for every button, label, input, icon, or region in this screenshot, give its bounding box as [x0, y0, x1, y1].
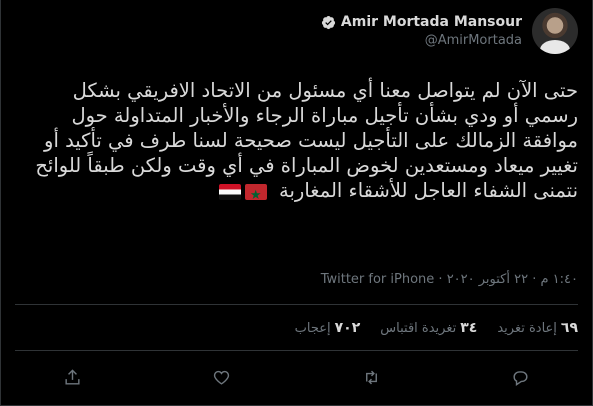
retweets-stat[interactable]: ٦٩ إعادة تغريد: [497, 320, 578, 336]
morocco-flag-icon: [244, 183, 267, 208]
flags-group: [218, 183, 267, 208]
share-button[interactable]: [61, 366, 83, 388]
author-info: Amir Mortada Mansour @AmirMortada: [321, 14, 522, 48]
divider: [15, 350, 578, 351]
likes-stat[interactable]: ٧٠٢ إعجاب: [295, 320, 361, 336]
reply-button[interactable]: [510, 366, 532, 388]
share-icon: [64, 368, 80, 385]
quotes-label: تغريدة اقتباس: [380, 321, 457, 336]
tweet-header: Amir Mortada Mansour @AmirMortada: [321, 8, 578, 54]
reply-icon: [513, 370, 529, 386]
egypt-flag-icon: [218, 183, 241, 200]
quotes-stat[interactable]: ٣٤ تغريدة اقتباس: [380, 320, 477, 336]
tweet-body: حتى الآن لم يتواصل معنا أي مسئول من الات…: [15, 78, 578, 208]
quotes-count: ٣٤: [460, 320, 478, 336]
verified-badge-icon: [321, 15, 336, 30]
retweet-icon: [365, 370, 377, 384]
retweets-label: إعادة تغريد: [497, 321, 557, 336]
tweet-actions: [61, 366, 532, 388]
author-handle[interactable]: @AmirMortada: [321, 33, 522, 48]
retweet-button[interactable]: [360, 366, 382, 388]
avatar[interactable]: [532, 8, 578, 54]
tweet-text: حتى الآن لم يتواصل معنا أي مسئول من الات…: [35, 79, 578, 202]
like-icon: [214, 370, 230, 385]
divider: [15, 304, 578, 305]
tweet-timestamp-source[interactable]: ١:٤٠ م · ٢٢ أكتوبر ٢٠٢٠ · Twitter for iP…: [321, 272, 578, 287]
retweets-count: ٦٩: [560, 320, 578, 336]
like-button[interactable]: [211, 366, 233, 388]
tweet-stats: ٦٩ إعادة تغريد ٣٤ تغريدة اقتباس ٧٠٢ إعجا…: [295, 320, 578, 336]
author-name[interactable]: Amir Mortada Mansour: [341, 14, 522, 30]
author-name-row: Amir Mortada Mansour: [321, 14, 522, 30]
likes-label: إعجاب: [294, 321, 331, 336]
tweet-card: Amir Mortada Mansour @AmirMortada حتى ال…: [0, 0, 593, 406]
likes-count: ٧٠٢: [334, 320, 361, 336]
